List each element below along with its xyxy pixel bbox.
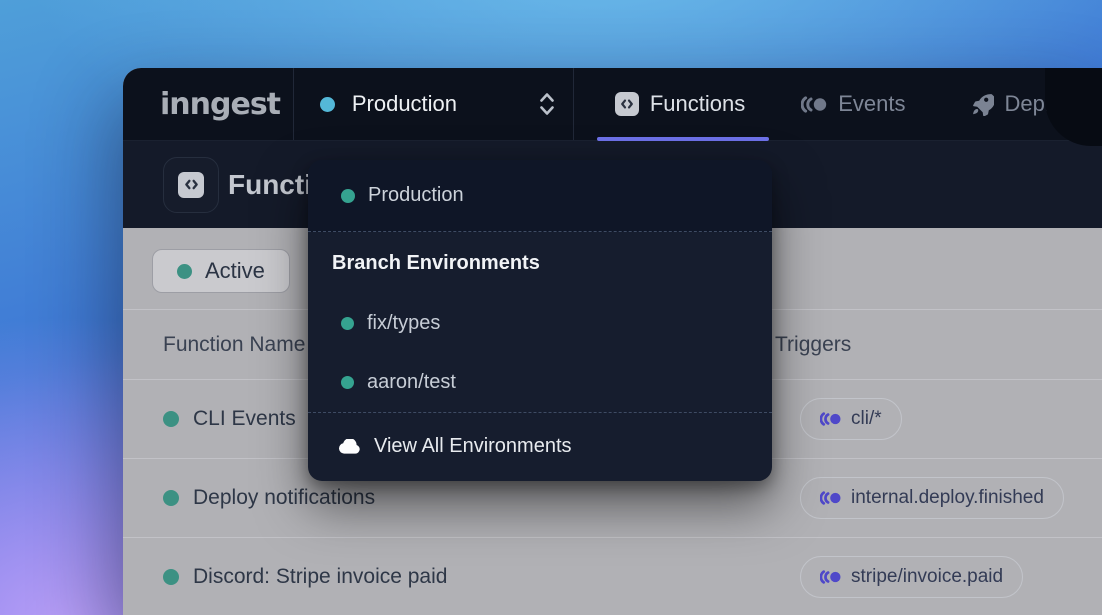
dropdown-item-production[interactable]: Production <box>308 160 772 232</box>
tab-events-label: Events <box>838 91 905 117</box>
active-status-dot <box>177 264 192 279</box>
function-name: Deploy notifications <box>193 486 375 510</box>
view-all-environments-label: View All Environments <box>374 435 572 458</box>
event-stream-icon <box>820 491 841 505</box>
inngest-logo[interactable]: inngest <box>160 87 280 122</box>
active-filter-label: Active <box>205 258 265 284</box>
logo-area: inngest <box>123 68 294 140</box>
top-nav: inngest Production Functions <box>123 68 1102 141</box>
code-icon <box>615 92 639 116</box>
environment-dropdown: Production Branch Environments fix/types… <box>308 160 772 481</box>
trigger-badge: cli/* <box>800 398 902 440</box>
view-all-environments-item[interactable]: View All Environments <box>308 412 772 480</box>
dropdown-item-fix-types[interactable]: fix/types <box>308 294 772 353</box>
trigger-badge: internal.deploy.finished <box>800 477 1064 519</box>
functions-page-icon-box <box>163 157 219 213</box>
environment-status-dot <box>320 97 335 112</box>
environment-status-dot <box>341 317 354 330</box>
dropdown-item-label: aaron/test <box>367 371 456 394</box>
environment-status-dot <box>341 376 354 389</box>
function-name: Discord: Stripe invoice paid <box>193 565 447 589</box>
function-status-dot <box>163 569 179 585</box>
code-icon <box>178 172 204 198</box>
tab-functions-label: Functions <box>650 91 745 117</box>
event-stream-icon <box>820 412 841 426</box>
unfold-chevron-icon <box>536 90 558 118</box>
trigger-name: internal.deploy.finished <box>851 487 1044 509</box>
branch-environments-heading: Branch Environments <box>308 232 772 294</box>
environment-selector-label: Production <box>352 91 457 117</box>
event-stream-icon <box>820 570 841 584</box>
event-stream-icon <box>801 96 827 113</box>
function-name: CLI Events <box>193 407 296 431</box>
trigger-name: cli/* <box>851 408 882 430</box>
cloud-icon <box>338 439 360 454</box>
environment-selector[interactable]: Production <box>294 68 574 140</box>
trigger-badge: stripe/invoice.paid <box>800 556 1023 598</box>
dropdown-item-label: fix/types <box>367 312 440 335</box>
dropdown-item-label: Production <box>368 184 464 207</box>
nav-tabs: Functions Events <box>597 68 1102 140</box>
table-row[interactable]: Discord: Stripe invoice paid stripe/invo… <box>123 538 1102 615</box>
active-tab-underline <box>597 137 769 141</box>
dropdown-item-aaron-test[interactable]: aaron/test <box>308 353 772 412</box>
rocket-icon <box>970 92 994 116</box>
environment-status-dot <box>341 189 355 203</box>
app-window: inngest Production Functions <box>123 68 1102 615</box>
tab-functions[interactable]: Functions <box>597 68 763 140</box>
column-header-triggers: Triggers <box>775 333 1102 357</box>
tab-events[interactable]: Events <box>783 68 923 140</box>
active-filter-button[interactable]: Active <box>152 249 290 293</box>
function-status-dot <box>163 490 179 506</box>
function-status-dot <box>163 411 179 427</box>
trigger-name: stripe/invoice.paid <box>851 566 1003 588</box>
